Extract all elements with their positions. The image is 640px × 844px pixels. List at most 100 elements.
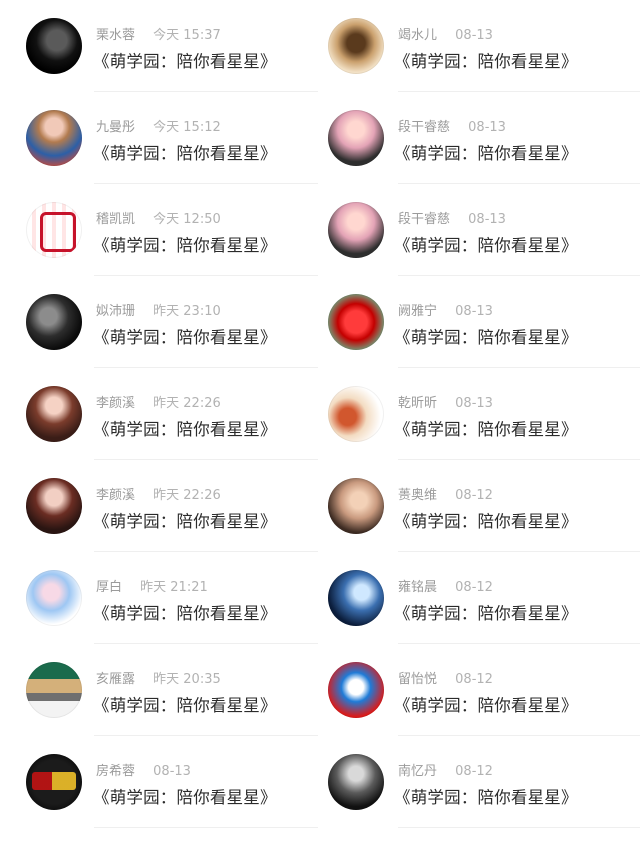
list-item[interactable]: 竭水儿 08-13 《萌学园：陪你看星星》 xyxy=(318,0,640,92)
message-preview: 《萌学园：陪你看星星》 xyxy=(93,144,277,163)
sender-name: 阙雅宁 xyxy=(398,304,438,319)
list-item[interactable]: 稽凯凯 今天 12:50 《萌学园：陪你看星星》 xyxy=(0,184,318,276)
item-meta: 段干睿慈 08-13 xyxy=(398,208,506,227)
item-meta: 稽凯凯 今天 12:50 xyxy=(96,208,221,227)
sender-name: 姒沛珊 xyxy=(96,304,136,319)
sender-name: 南忆丹 xyxy=(398,764,438,779)
avatar xyxy=(26,202,82,258)
sender-name: 九曼彤 xyxy=(96,120,136,135)
message-time: 08-12 xyxy=(455,764,493,779)
sender-name: 竭水儿 xyxy=(398,28,438,43)
sender-name: 雍铭晨 xyxy=(398,580,438,595)
item-meta: 栗水蓉 今天 15:37 xyxy=(96,24,221,43)
avatar xyxy=(26,754,82,810)
avatar xyxy=(26,662,82,718)
sender-name: 栗水蓉 xyxy=(96,28,136,43)
item-meta: 姒沛珊 昨天 23:10 xyxy=(96,300,221,319)
list-item[interactable]: 李颜溪 昨天 22:26 《萌学园：陪你看星星》 xyxy=(0,368,318,460)
item-meta: 雍铭晨 08-12 xyxy=(398,576,493,595)
item-meta: 乾昕昕 08-13 xyxy=(398,392,493,411)
list-item[interactable]: 房希蓉 08-13 《萌学园：陪你看星星》 xyxy=(0,736,318,828)
message-preview: 《萌学园：陪你看星星》 xyxy=(93,328,277,347)
list-item[interactable]: 段干睿慈 08-13 《萌学园：陪你看星星》 xyxy=(318,92,640,184)
avatar xyxy=(26,570,82,626)
sender-name: 留怡悦 xyxy=(398,672,438,687)
two-column-message-grid: 栗水蓉 今天 15:37 《萌学园：陪你看星星》 九曼彤 今天 15:12 《萌… xyxy=(0,0,640,844)
sender-name: 乾昕昕 xyxy=(398,396,438,411)
item-meta: 九曼彤 今天 15:12 xyxy=(96,116,221,135)
list-item[interactable]: 厚白 昨天 21:21 《萌学园：陪你看星星》 xyxy=(0,552,318,644)
sender-name: 稽凯凯 xyxy=(96,212,136,227)
item-meta: 留怡悦 08-12 xyxy=(398,668,493,687)
message-time: 昨天 22:26 xyxy=(153,488,221,503)
list-item[interactable]: 蒉奥维 08-12 《萌学园：陪你看星星》 xyxy=(318,460,640,552)
list-item[interactable]: 阙雅宁 08-13 《萌学园：陪你看星星》 xyxy=(318,276,640,368)
item-meta: 段干睿慈 08-13 xyxy=(398,116,506,135)
message-preview: 《萌学园：陪你看星星》 xyxy=(93,420,277,439)
message-time: 昨天 21:21 xyxy=(140,580,208,595)
item-meta: 阙雅宁 08-13 xyxy=(398,300,493,319)
sender-name: 段干睿慈 xyxy=(398,212,451,227)
message-preview: 《萌学园：陪你看星星》 xyxy=(93,604,277,623)
message-preview: 《萌学园：陪你看星星》 xyxy=(394,604,578,623)
message-time: 08-12 xyxy=(455,580,493,595)
message-preview: 《萌学园：陪你看星星》 xyxy=(394,512,578,531)
avatar xyxy=(328,570,384,626)
message-preview: 《萌学园：陪你看星星》 xyxy=(93,512,277,531)
avatar xyxy=(328,18,384,74)
message-time: 昨天 20:35 xyxy=(153,672,221,687)
right-message-column: 竭水儿 08-13 《萌学园：陪你看星星》 段干睿慈 08-13 《萌学园：陪你… xyxy=(318,0,640,844)
message-preview: 《萌学园：陪你看星星》 xyxy=(93,696,277,715)
item-meta: 亥雁露 昨天 20:35 xyxy=(96,668,221,687)
avatar xyxy=(328,202,384,258)
message-time: 08-13 xyxy=(153,764,191,779)
message-preview: 《萌学园：陪你看星星》 xyxy=(93,788,277,807)
message-time: 昨天 22:26 xyxy=(153,396,221,411)
list-item[interactable]: 姒沛珊 昨天 23:10 《萌学园：陪你看星星》 xyxy=(0,276,318,368)
list-item[interactable]: 九曼彤 今天 15:12 《萌学园：陪你看星星》 xyxy=(0,92,318,184)
message-time: 今天 15:37 xyxy=(153,28,221,43)
item-meta: 蒉奥维 08-12 xyxy=(398,484,493,503)
message-preview: 《萌学园：陪你看星星》 xyxy=(394,788,578,807)
list-item[interactable]: 南忆丹 08-12 《萌学园：陪你看星星》 xyxy=(318,736,640,828)
list-item[interactable]: 栗水蓉 今天 15:37 《萌学园：陪你看星星》 xyxy=(0,0,318,92)
message-preview: 《萌学园：陪你看星星》 xyxy=(93,52,277,71)
list-item[interactable]: 雍铭晨 08-12 《萌学园：陪你看星星》 xyxy=(318,552,640,644)
sender-name: 李颜溪 xyxy=(96,396,136,411)
message-time: 08-12 xyxy=(455,672,493,687)
sender-name: 房希蓉 xyxy=(96,764,136,779)
message-preview: 《萌学园：陪你看星星》 xyxy=(394,420,578,439)
message-preview: 《萌学园：陪你看星星》 xyxy=(93,236,277,255)
avatar xyxy=(328,110,384,166)
avatar xyxy=(328,754,384,810)
message-preview: 《萌学园：陪你看星星》 xyxy=(394,52,578,71)
item-meta: 房希蓉 08-13 xyxy=(96,760,191,779)
sender-name: 蒉奥维 xyxy=(398,488,438,503)
left-message-column: 栗水蓉 今天 15:37 《萌学园：陪你看星星》 九曼彤 今天 15:12 《萌… xyxy=(0,0,318,844)
message-time: 08-12 xyxy=(455,488,493,503)
avatar xyxy=(26,110,82,166)
item-meta: 厚白 昨天 21:21 xyxy=(96,576,208,595)
message-time: 08-13 xyxy=(468,212,506,227)
divider xyxy=(398,827,640,828)
sender-name: 厚白 xyxy=(96,580,123,595)
list-item[interactable]: 留怡悦 08-12 《萌学园：陪你看星星》 xyxy=(318,644,640,736)
list-item[interactable]: 亥雁露 昨天 20:35 《萌学园：陪你看星星》 xyxy=(0,644,318,736)
list-item[interactable]: 李颜溪 昨天 22:26 《萌学园：陪你看星星》 xyxy=(0,460,318,552)
item-meta: 李颜溪 昨天 22:26 xyxy=(96,484,221,503)
message-preview: 《萌学园：陪你看星星》 xyxy=(394,144,578,163)
message-preview: 《萌学园：陪你看星星》 xyxy=(394,236,578,255)
avatar xyxy=(26,294,82,350)
message-time: 08-13 xyxy=(455,304,493,319)
list-item[interactable]: 乾昕昕 08-13 《萌学园：陪你看星星》 xyxy=(318,368,640,460)
list-item[interactable]: 段干睿慈 08-13 《萌学园：陪你看星星》 xyxy=(318,184,640,276)
avatar xyxy=(328,386,384,442)
avatar xyxy=(328,294,384,350)
message-time: 08-13 xyxy=(455,28,493,43)
avatar xyxy=(26,478,82,534)
message-time: 08-13 xyxy=(468,120,506,135)
sender-name: 李颜溪 xyxy=(96,488,136,503)
avatar xyxy=(328,662,384,718)
divider xyxy=(94,827,318,828)
message-time: 08-13 xyxy=(455,396,493,411)
